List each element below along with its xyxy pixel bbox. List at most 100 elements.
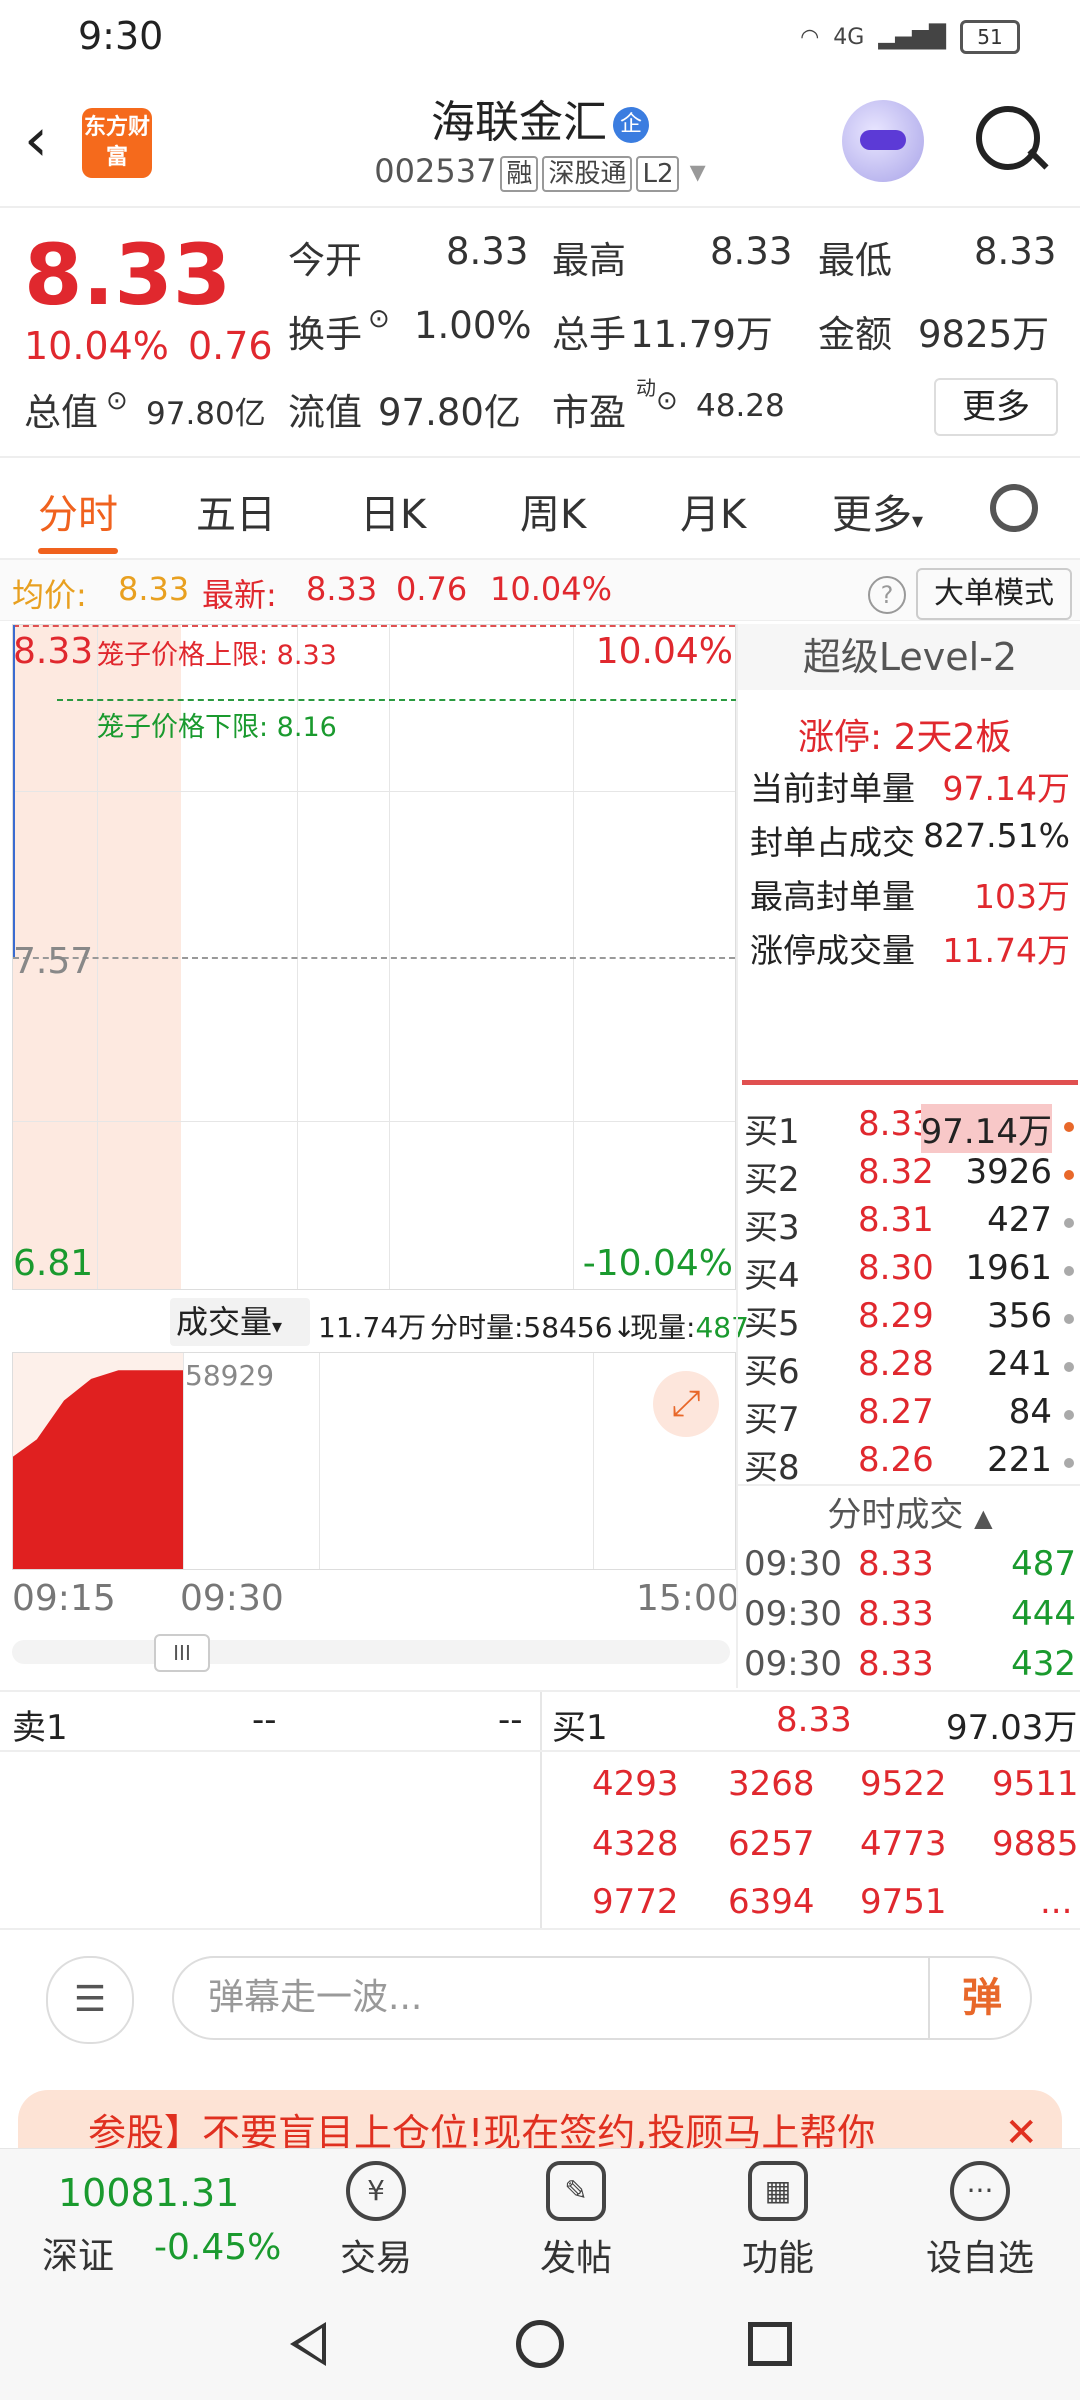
bid-label: 买3 [744, 1208, 800, 1248]
order-dot-icon [1064, 1170, 1074, 1180]
bid-price: 8.31 [858, 1200, 934, 1240]
tab-monthly-k[interactable]: 月K [680, 482, 746, 540]
info-icon[interactable]: ⊙ [656, 386, 678, 416]
tag-margin: 融 [500, 156, 539, 192]
bid-row[interactable]: 买4 8.30 1961 [738, 1248, 1080, 1296]
system-nav-bar [0, 2282, 1080, 2400]
bid-qty: 97.14万 [920, 1104, 1052, 1153]
nav-functions-label: 功能 [741, 2238, 814, 2279]
bid-row[interactable]: 买3 8.31 427 [738, 1200, 1080, 1248]
tab-daily-k[interactable]: 日K [360, 482, 426, 540]
index-value[interactable]: 10081.31 [58, 2171, 239, 2215]
bid-qty: 427 [987, 1200, 1052, 1240]
intraday-chart[interactable]: 8.33 10.04% 笼子价格上限: 8.33 笼子价格下限: 8.16 7.… [12, 624, 737, 1290]
buy-price: 8.33 [776, 1700, 852, 1740]
buy-label: 买1 [552, 1708, 608, 1748]
tick-row: 09:30 8.33 487 [738, 1544, 1080, 1594]
minute-volume: 分时量:58456↓ [430, 1311, 636, 1344]
chart-scrollbar[interactable]: III [12, 1634, 730, 1672]
latest-change: 0.76 [396, 570, 468, 608]
search-icon[interactable] [976, 106, 1040, 170]
edit-icon: ✎ [546, 2161, 606, 2221]
bid-row[interactable]: 买8 8.26 221 [738, 1440, 1080, 1488]
pe-value: 48.28 [696, 388, 785, 424]
avg-label: 均价: [12, 576, 87, 614]
latest-percent: 10.04% [490, 570, 613, 608]
danmaku-settings-icon[interactable]: ☰ [46, 1956, 134, 2044]
promo-text: 参股】不要盲目上仓位!现在签约,投顾马上帮你 [88, 2111, 876, 2150]
info-icon[interactable]: ⊙ [368, 304, 390, 334]
level2-title[interactable]: 超级Level-2 [738, 624, 1080, 690]
system-back-icon[interactable] [290, 2322, 326, 2366]
queue-order: 4773 [860, 1824, 947, 1864]
avg-value: 8.33 [118, 570, 190, 608]
verified-icon: 企 [613, 107, 649, 143]
scroll-handle[interactable]: III [154, 1634, 210, 1672]
bid-label: 买5 [744, 1304, 800, 1344]
gear-icon[interactable] [990, 484, 1038, 532]
tab-more[interactable]: 更多▾ [832, 482, 923, 540]
dropdown-icon[interactable]: ▾ [690, 152, 706, 190]
volume-chart[interactable]: 58929 ⤢ [12, 1352, 736, 1570]
low-label: 最低 [818, 239, 892, 282]
time-start: 09:15 [12, 1578, 116, 1619]
bid-row[interactable]: 买2 8.32 3926 [738, 1152, 1080, 1200]
sell-label: 卖1 [12, 1708, 68, 1748]
tick-volume: 432 [1011, 1644, 1076, 1684]
lower-price-label: 6.81 [13, 1243, 94, 1284]
tick-row: 09:30 8.33 444 [738, 1594, 1080, 1644]
queue-more[interactable]: ... [1040, 1882, 1072, 1922]
bid-row[interactable]: 买5 8.29 356 [738, 1296, 1080, 1344]
volume-max-label: 58929 [185, 1359, 275, 1392]
current-volume: 现量:487 [630, 1306, 749, 1346]
sell-qty: -- [498, 1700, 523, 1740]
danmaku-input[interactable]: 弹幕走一波... [172, 1956, 1032, 2040]
ticks-header[interactable]: 分时成交 ▲ [738, 1484, 1080, 1546]
wifi-icon: ◠ [800, 24, 820, 50]
price-info-row: 均价: 8.33 最新: 8.33 0.76 10.04% ? 大单模式 [0, 560, 1080, 621]
open-value: 8.33 [446, 230, 529, 273]
stat-label: 涨停成交量 [750, 931, 915, 970]
queue-order: 6257 [728, 1824, 815, 1864]
bid-row[interactable]: 买7 8.27 84 [738, 1392, 1080, 1440]
info-icon[interactable]: ⊙ [106, 386, 128, 416]
order-dot-icon [1064, 1410, 1074, 1420]
tab-weekly-k[interactable]: 周K [520, 482, 586, 540]
nav-post[interactable]: ✎ 发帖 [516, 2161, 636, 2281]
bid-qty: 84 [1008, 1392, 1052, 1432]
close-icon[interactable]: ✕ [1004, 2090, 1038, 2150]
more-button[interactable]: 更多 [934, 378, 1058, 436]
change-percent: 10.04% [24, 324, 169, 368]
mktcap-label: 总值 [24, 391, 98, 434]
nav-trade[interactable]: ¥ 交易 [316, 2161, 436, 2281]
stat-label: 当前封单量 [750, 769, 915, 808]
tab-intraday[interactable]: 分时 [38, 482, 118, 540]
mid-price-label: 7.57 [13, 941, 94, 982]
expand-icon[interactable]: ⤢ [653, 1371, 719, 1437]
cage-lower-line [57, 699, 737, 701]
amount-label: 金额 [818, 313, 892, 356]
bid-row[interactable]: 买1 8.33 97.14万 [738, 1104, 1080, 1153]
nav-add-watchlist[interactable]: ··· 设自选 [920, 2161, 1040, 2281]
help-icon[interactable]: ? [868, 576, 906, 614]
divider [540, 1692, 542, 1928]
assistant-avatar-icon[interactable] [842, 100, 924, 182]
bid-label: 买2 [744, 1160, 800, 1200]
tick-time: 09:30 [744, 1594, 842, 1634]
bid-qty: 241 [987, 1344, 1052, 1384]
danmaku-button[interactable]: 弹 [928, 1956, 1034, 2040]
volume-selector[interactable]: 成交量▾ [170, 1298, 310, 1346]
index-name[interactable]: 深证 [42, 2227, 114, 2279]
big-order-mode-button[interactable]: 大单模式 [916, 568, 1072, 620]
tab-five-day[interactable]: 五日 [196, 482, 276, 540]
system-recents-icon[interactable] [748, 2322, 792, 2366]
system-home-icon[interactable] [516, 2320, 564, 2368]
promo-banner[interactable]: 参股】不要盲目上仓位!现在签约,投顾马上帮你 ✕ [18, 2090, 1062, 2150]
index-change[interactable]: -0.45% [154, 2227, 281, 2268]
queue-order: 9511 [992, 1764, 1079, 1804]
nav-functions[interactable]: ▦ 功能 [718, 2161, 838, 2281]
stat-value: 103万 [974, 877, 1070, 916]
grid-line [183, 1353, 184, 1569]
volume-total: 11.74万 [318, 1311, 427, 1344]
bid-row[interactable]: 买6 8.28 241 [738, 1344, 1080, 1392]
